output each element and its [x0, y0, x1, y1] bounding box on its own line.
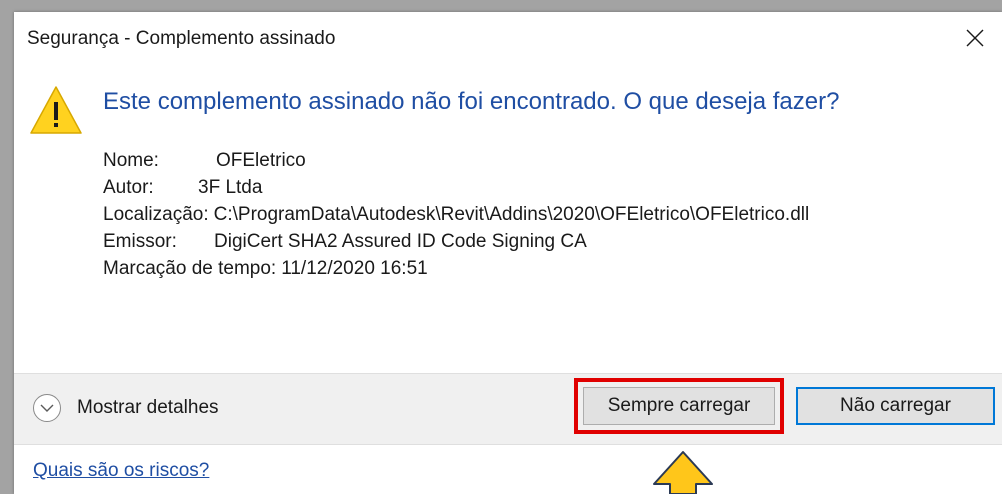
info-value: OFEletrico — [216, 150, 306, 171]
info-label: Nome: — [103, 150, 159, 171]
chevron-down-icon — [33, 394, 61, 422]
info-value: 11/12/2020 16:51 — [281, 258, 428, 279]
info-label: Emissor: — [103, 231, 177, 252]
info-label: Localização: — [103, 204, 209, 225]
info-row-author: Autor: 3F Ltda — [103, 174, 809, 201]
info-label: Autor: — [103, 177, 154, 198]
info-row-timestamp: Marcação de tempo: 11/12/2020 16:51 — [103, 255, 809, 282]
always-load-button[interactable]: Sempre carregar — [583, 387, 775, 425]
info-value: DigiCert SHA2 Assured ID Code Signing CA — [214, 231, 587, 252]
info-label: Marcação de tempo: — [103, 258, 277, 279]
up-arrow-annotation — [653, 451, 713, 494]
what-are-the-risks-link[interactable]: Quais são os riscos? — [33, 460, 209, 482]
close-button[interactable] — [948, 12, 1002, 64]
info-row-issuer: Emissor: DigiCert SHA2 Assured ID Code Si… — [103, 228, 809, 255]
do-not-load-button[interactable]: Não carregar — [796, 387, 995, 425]
info-row-name: Nome: OFEletrico — [103, 147, 809, 174]
title-bar: Segurança - Complemento assinado — [14, 12, 1002, 64]
warning-triangle-icon — [30, 86, 82, 134]
show-details-label: Mostrar detalhes — [77, 397, 219, 418]
security-dialog: Segurança - Complemento assinado Este co… — [14, 12, 1002, 494]
dialog-headline: Este complemento assinado não foi encont… — [103, 88, 840, 115]
info-value: C:\ProgramData\Autodesk\Revit\Addins\202… — [213, 204, 810, 225]
close-icon — [966, 29, 984, 47]
info-row-location: Localização: C:\ProgramData\Autodesk\Revi… — [103, 201, 809, 228]
dialog-footer: Mostrar detalhes Sempre carregar Não car… — [14, 373, 1002, 445]
dialog-title: Segurança - Complemento assinado — [27, 28, 336, 49]
addin-info: Nome: OFEletrico Autor: 3F Ltda Localizaçã… — [103, 147, 809, 282]
show-details-toggle[interactable]: Mostrar detalhes — [33, 394, 219, 422]
info-value: 3F Ltda — [198, 177, 263, 198]
